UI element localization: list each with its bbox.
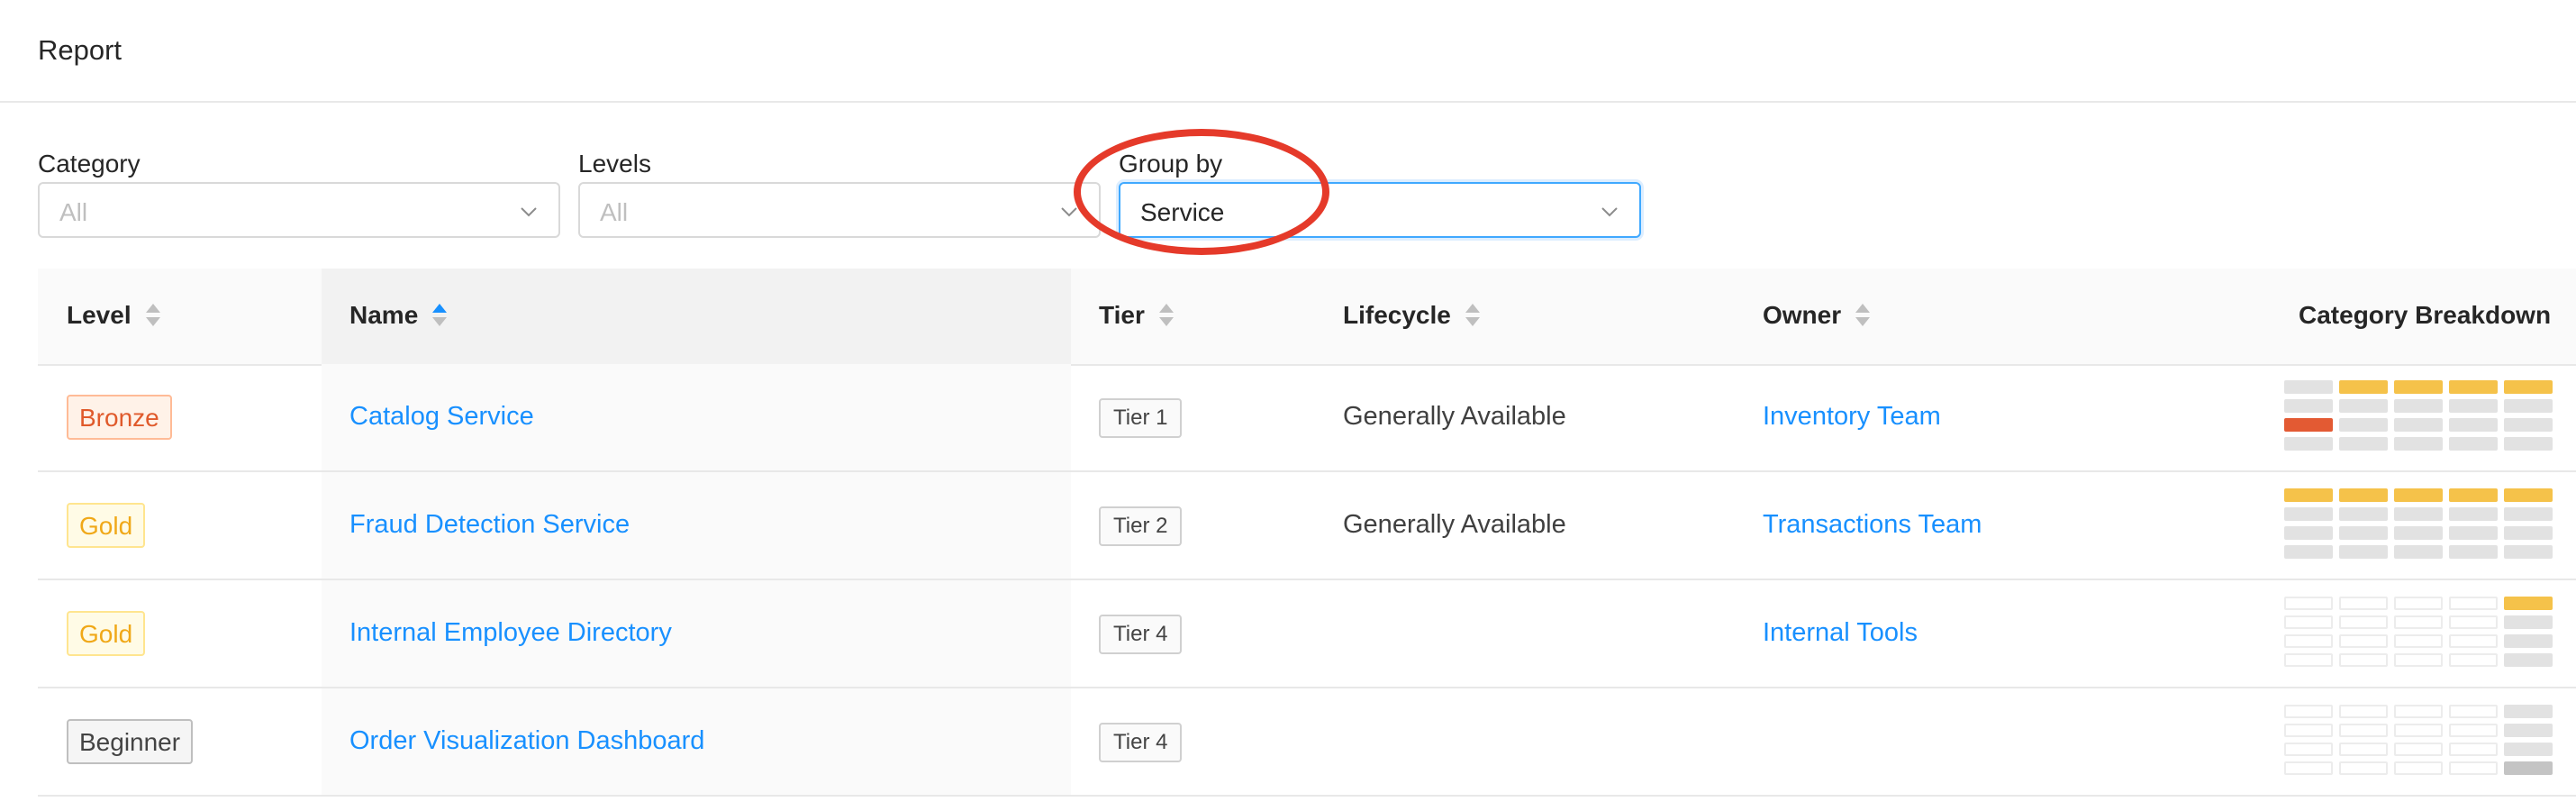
chevron-down-icon	[1061, 207, 1077, 217]
column-header-label: Category Breakdown	[2299, 301, 2552, 329]
chevron-down-icon	[1601, 207, 1618, 217]
table-row: Beginner Order Visualization Dashboard T…	[38, 688, 2576, 797]
levels-select[interactable]: All	[578, 182, 1101, 238]
report-table: Level Name Tier Lifecycle Owner Category…	[38, 269, 2576, 800]
sort-icon	[1465, 303, 1480, 328]
sort-ascending-icon	[432, 303, 448, 328]
sort-icon	[1855, 303, 1871, 328]
category-breakdown-grid	[2284, 488, 2554, 560]
service-name-link[interactable]: Order Visualization Dashboard	[349, 726, 704, 756]
owner-link[interactable]: Inventory Team	[1763, 402, 1941, 432]
column-header-label: Tier	[1099, 301, 1145, 329]
group-by-select[interactable]: Service	[1119, 182, 1641, 238]
column-header-name[interactable]: Name	[349, 301, 448, 330]
level-badge: Beginner	[67, 719, 194, 764]
service-name-link[interactable]: Fraud Detection Service	[349, 510, 630, 540]
level-badge: Gold	[67, 611, 146, 656]
service-name-link[interactable]: Catalog Service	[349, 402, 534, 432]
levels-filter-label: Levels	[578, 150, 651, 178]
tier-badge: Tier 4	[1099, 615, 1183, 654]
page-title: Report	[38, 34, 122, 66]
category-breakdown-grid	[2284, 705, 2554, 777]
column-header-tier[interactable]: Tier	[1099, 301, 1174, 330]
owner-link[interactable]: Internal Tools	[1763, 618, 1918, 648]
table-row: Bronze Catalog Service Tier 1 Generally …	[38, 364, 2576, 472]
chevron-down-icon	[521, 207, 537, 217]
lifecycle-text: Generally Available	[1343, 510, 1566, 539]
category-filter-label: Category	[38, 150, 141, 178]
category-breakdown-grid	[2284, 380, 2554, 452]
column-header-category-breakdown: Category Breakdown	[2299, 301, 2551, 330]
lifecycle-text: Generally Available	[1343, 402, 1566, 431]
category-select[interactable]: All	[38, 182, 560, 238]
column-header-owner[interactable]: Owner	[1763, 301, 1871, 330]
column-header-level[interactable]: Level	[67, 301, 160, 330]
page-header: Report	[0, 0, 2576, 103]
column-header-label: Lifecycle	[1343, 301, 1451, 329]
category-breakdown-grid	[2284, 597, 2554, 669]
level-badge: Gold	[67, 503, 146, 548]
column-header-lifecycle[interactable]: Lifecycle	[1343, 301, 1480, 330]
column-header-label: Level	[67, 301, 132, 329]
level-badge: Bronze	[67, 395, 172, 440]
tier-badge: Tier 1	[1099, 398, 1183, 438]
sort-icon	[145, 303, 160, 328]
group-by-select-value: Service	[1140, 198, 1225, 226]
service-name-link[interactable]: Internal Employee Directory	[349, 618, 672, 648]
table-row: Gold Internal Employee Directory Tier 4 …	[38, 580, 2576, 688]
table-header: Level Name Tier Lifecycle Owner Category…	[38, 269, 2576, 366]
group-by-filter-label: Group by	[1119, 150, 1223, 178]
column-header-label: Name	[349, 301, 419, 329]
tier-badge: Tier 2	[1099, 506, 1183, 546]
levels-select-value: All	[600, 198, 629, 226]
column-header-label: Owner	[1763, 301, 1842, 329]
category-select-value: All	[59, 198, 88, 226]
table-row: Gold Fraud Detection Service Tier 2 Gene…	[38, 472, 2576, 580]
owner-link[interactable]: Transactions Team	[1763, 510, 1982, 540]
sort-icon	[1158, 303, 1174, 328]
tier-badge: Tier 4	[1099, 723, 1183, 762]
